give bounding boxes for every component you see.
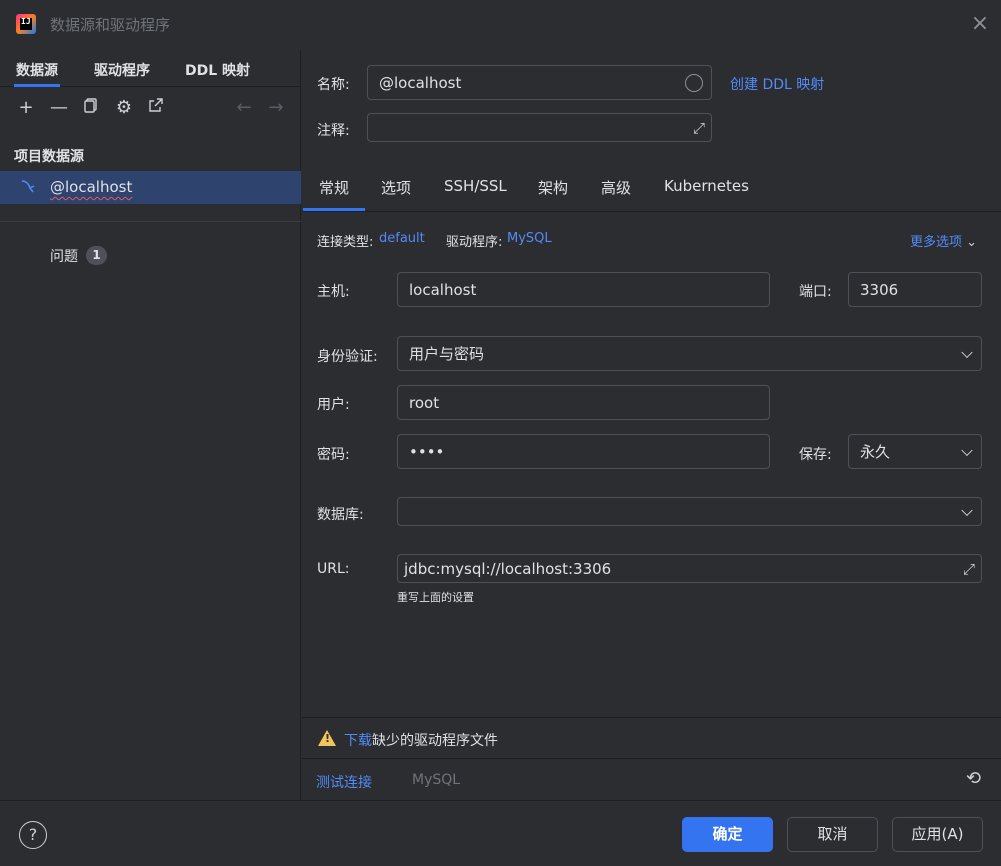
port-value: 3306 [860,280,899,299]
host-label: 主机: [317,284,350,300]
left-panel: 数据源 驱动程序 DDL 映射 + — ⚙ ← → 项目数据源 @localho… [0,50,301,800]
tab-advanced[interactable]: 高级 [601,177,631,198]
tab-options[interactable]: 选项 [381,177,411,198]
host-input[interactable]: localhost [397,272,770,307]
name-input[interactable]: @localhost [367,65,712,100]
driver-value[interactable]: MySQL [507,231,552,246]
warning-icon [318,730,336,746]
create-ddl-link[interactable]: 创建 DDL 映射 [730,74,824,94]
url-value: jdbc:mysql://localhost:3306 [404,559,612,578]
warning-text: 下载缺少的驱动程序文件 [344,730,498,750]
left-tabs: 数据源 驱动程序 DDL 映射 [0,50,301,87]
user-label: 用户: [317,397,350,413]
conn-type-value[interactable]: default [379,231,425,246]
port-label: 端口: [799,284,832,300]
database-label: 数据库: [317,507,364,523]
duplicate-icon[interactable] [80,97,102,119]
cancel-button[interactable]: 取消 [787,817,878,852]
tab-ssh-ssl[interactable]: SSH/SSL [444,177,507,195]
settings-tabs: 常规 选项 SSH/SSL 架构 高级 Kubernetes [302,163,1001,212]
more-options-label: 更多选项 [910,235,963,250]
driver-label: 驱动程序: [446,235,503,250]
forward-arrow-icon[interactable]: → [265,97,287,119]
user-input[interactable]: root [397,385,770,420]
right-panel: 名称: @localhost 创建 DDL 映射 注释: ⤢ 常规 选项 SSH… [302,50,1001,800]
warning-message: 缺少的驱动程序文件 [372,733,498,749]
user-value: root [409,393,440,412]
problems-label[interactable]: 问题 [50,246,78,266]
back-arrow-icon[interactable]: ← [233,97,255,119]
tab-schemas[interactable]: 架构 [538,177,568,198]
auth-select[interactable]: 用户与密码 [397,336,982,371]
save-select[interactable]: 永久 [848,434,982,469]
apply-button[interactable]: 应用(A) [892,817,983,852]
close-icon[interactable]: × [970,13,990,35]
warning-bar: 下载缺少的驱动程序文件 [302,717,1001,759]
driver-name-label: MySQL [412,772,461,788]
add-icon[interactable]: + [15,97,37,119]
tab-datasources[interactable]: 数据源 [14,60,60,87]
name-label: 名称: [317,77,350,93]
tab-drivers[interactable]: 驱动程序 [94,60,150,80]
remove-icon[interactable]: — [48,97,70,119]
problems-count-badge: 1 [86,246,107,265]
color-circle-icon[interactable] [685,73,703,92]
port-input[interactable]: 3306 [848,272,982,307]
comment-input[interactable]: ⤢ [367,113,712,142]
title-bar: IJ 数据源和驱动程序 × [0,0,1001,50]
url-input[interactable]: jdbc:mysql://localhost:3306 ⤢ [397,554,982,583]
expand-icon[interactable]: ⤢ [963,560,975,578]
name-value: @localhost [379,73,462,92]
database-select[interactable] [397,497,982,526]
section-title: 项目数据源 [14,149,84,165]
chevron-down-icon: ⌄ [966,235,978,250]
chevron-down-icon [961,504,973,516]
ok-button[interactable]: 确定 [682,817,773,852]
url-label: URL: [317,561,350,577]
test-connection-link[interactable]: 测试连接 [316,772,372,792]
window-title: 数据源和驱动程序 [50,16,171,34]
more-options-link[interactable]: 更多选项 ⌄ [910,231,977,250]
password-value: •••• [409,442,445,461]
conn-type-label: 连接类型: [317,235,374,250]
save-label: 保存: [799,447,832,463]
footer: ? 确定 取消 应用(A) [0,800,1001,866]
url-hint: 重写上面的设置 [397,591,474,604]
app-logo: IJ [16,14,36,34]
auth-label: 身份验证: [317,349,378,365]
undo-icon[interactable]: ⟲ [966,768,981,789]
auth-value: 用户与密码 [409,345,485,363]
tab-kubernetes[interactable]: Kubernetes [664,177,749,195]
expand-icon[interactable]: ⤢ [693,119,705,137]
help-icon[interactable]: ? [19,821,47,849]
divider [0,221,301,222]
datasource-label: @localhost [50,178,133,196]
download-link[interactable]: 下载 [344,733,372,749]
datasource-item[interactable]: @localhost [0,171,301,204]
tab-general[interactable]: 常规 [302,177,366,211]
mysql-icon [20,177,40,197]
comment-label: 注释: [317,123,350,139]
password-input[interactable]: •••• [397,434,770,469]
password-label: 密码: [317,447,350,463]
gear-icon[interactable]: ⚙ [113,97,135,119]
host-value: localhost [409,280,477,299]
external-link-icon[interactable] [145,97,167,119]
tab-ddl-mappings[interactable]: DDL 映射 [185,60,250,80]
